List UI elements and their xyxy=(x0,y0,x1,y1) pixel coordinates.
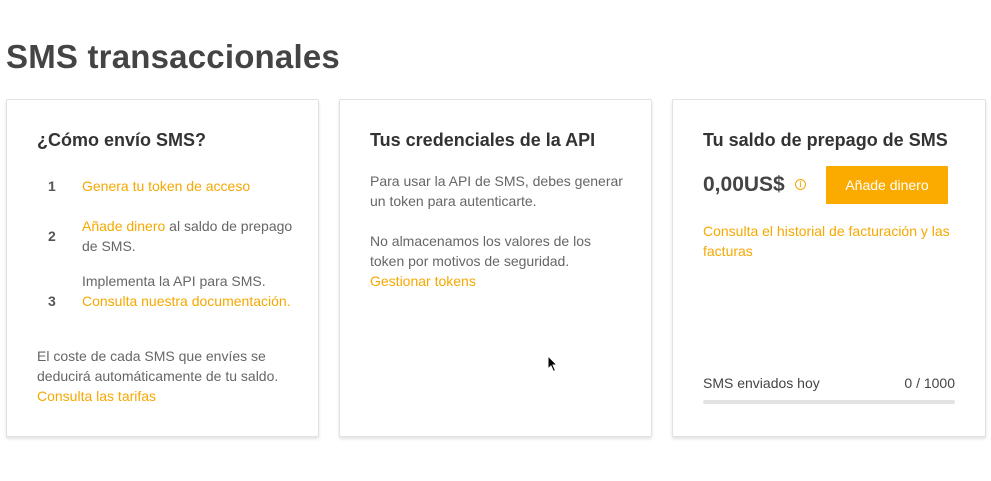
step-number: 2 xyxy=(48,228,56,244)
how-to-send-title: ¿Cómo envío SMS? xyxy=(37,130,207,150)
how-to-send-card: ¿Cómo envío SMS? 1 Genera tu token de ac… xyxy=(6,99,319,437)
step-body: Añade dinero al saldo de prepago de SMS. xyxy=(82,216,297,256)
step-3: 3 Implementa la API para SMS. Consulta n… xyxy=(37,271,297,331)
info-icon[interactable]: i xyxy=(795,179,806,190)
sms-sent-label: SMS enviados hoy xyxy=(703,375,820,391)
security-note-text: No almacenamos los valores de los token … xyxy=(370,233,591,269)
add-money-button[interactable]: Añade dinero xyxy=(826,166,948,204)
step-1: 1 Genera tu token de acceso xyxy=(37,176,297,196)
step-body: Genera tu token de acceso xyxy=(82,176,297,196)
prepaid-balance-title: Tu saldo de prepago de SMS xyxy=(703,130,948,150)
generate-token-link[interactable]: Genera tu token de acceso xyxy=(82,178,250,194)
api-credentials-card: Tus credenciales de la API Para usar la … xyxy=(339,99,652,437)
prepaid-balance-card: Tu saldo de prepago de SMS 0,00US$ i Aña… xyxy=(672,99,986,437)
cost-note: El coste de cada SMS que envíes se deduc… xyxy=(37,346,282,406)
add-money-link[interactable]: Añade dinero xyxy=(82,218,165,234)
step-number: 3 xyxy=(48,293,56,309)
sms-usage-progress xyxy=(703,400,955,404)
step-body: Implementa la API para SMS. Consulta nue… xyxy=(82,271,297,311)
api-credentials-title: Tus credenciales de la API xyxy=(370,130,596,150)
rates-link[interactable]: Consulta las tarifas xyxy=(37,388,156,404)
cost-note-text: El coste de cada SMS que envíes se deduc… xyxy=(37,348,279,384)
credentials-security-note: No almacenamos los valores de los token … xyxy=(370,231,610,291)
documentation-link[interactable]: Consulta nuestra documentación. xyxy=(82,293,291,309)
credentials-description: Para usar la API de SMS, debes generar u… xyxy=(370,173,623,209)
mouse-cursor-icon xyxy=(547,355,559,373)
step-2: 2 Añade dinero al saldo de prepago de SM… xyxy=(37,216,297,256)
balance-amount: 0,00US$ xyxy=(703,173,785,196)
manage-tokens-link[interactable]: Gestionar tokens xyxy=(370,273,476,289)
sms-sent-count: 0 / 1000 xyxy=(904,375,955,391)
page-title: SMS transaccionales xyxy=(6,38,340,75)
billing-history-link[interactable]: Consulta el historial de facturación y l… xyxy=(703,221,968,261)
step-number: 1 xyxy=(48,178,56,194)
step-text: Implementa la API para SMS. xyxy=(82,273,266,289)
